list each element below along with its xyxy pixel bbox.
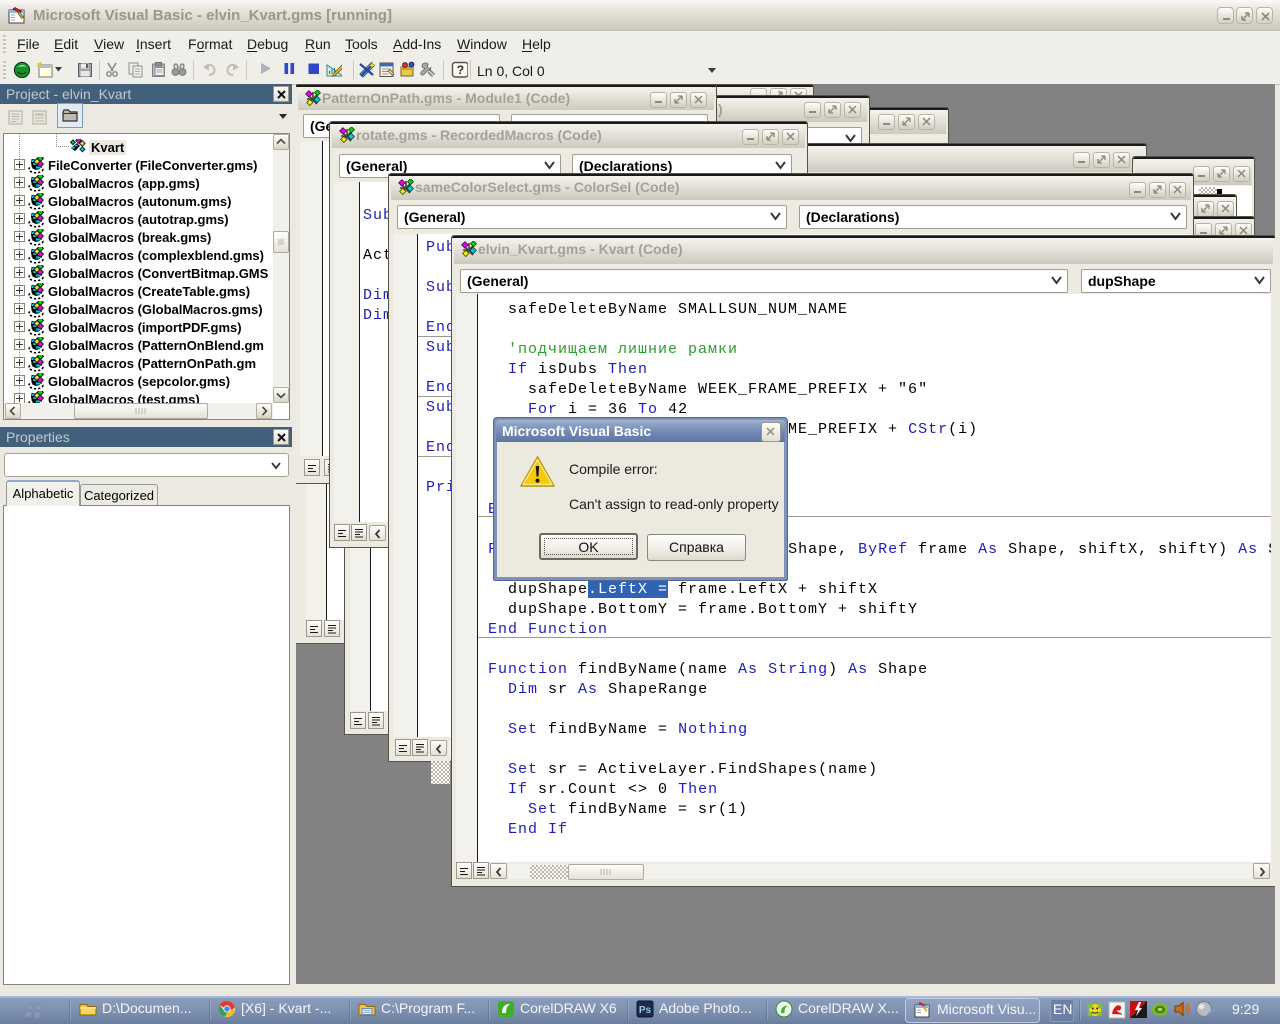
- svg-text:?: ?: [457, 63, 464, 77]
- svg-text:Ps: Ps: [639, 1005, 652, 1016]
